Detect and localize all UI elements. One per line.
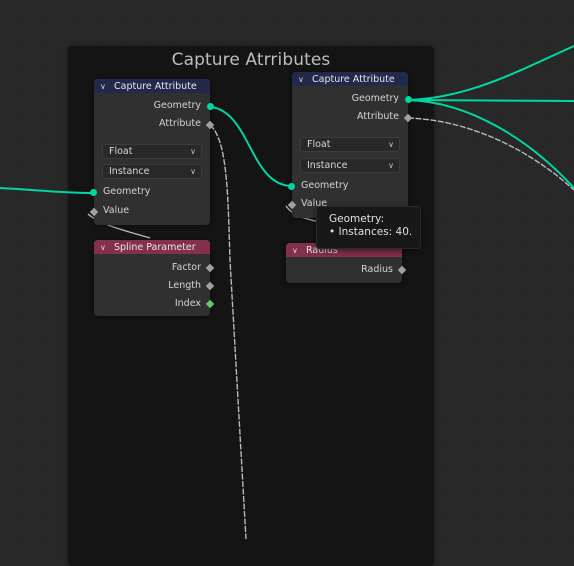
- chevron-down-icon[interactable]: ∨: [292, 246, 301, 255]
- node-header[interactable]: ∨ Capture Attribute: [292, 72, 408, 86]
- chevron-down-icon[interactable]: ∨: [100, 243, 109, 252]
- node-capture-attribute-left[interactable]: ∨ Capture Attribute Geometry Attribute F…: [89, 79, 215, 225]
- node-capture-attribute-right[interactable]: ∨ Capture Attribute Geometry Attribute F…: [287, 72, 413, 218]
- output-index-label: Index: [174, 298, 201, 309]
- chevron-down-icon: ∨: [190, 147, 196, 156]
- link-geometry-out-3: [407, 99, 574, 189]
- data-type-dropdown[interactable]: Float ∨: [102, 144, 202, 159]
- node-spline-parameter[interactable]: ∨ Spline Parameter Factor Length Index: [94, 240, 215, 316]
- domain-dropdown[interactable]: Instance ∨: [300, 158, 400, 173]
- domain-value: Instance: [307, 160, 348, 171]
- chevron-down-icon: ∨: [190, 167, 196, 176]
- tooltip-line-2: • Instances: 40.: [329, 226, 413, 238]
- input-geometry-label: Geometry: [103, 186, 151, 197]
- output-radius-label: Radius: [361, 264, 393, 275]
- geometry-input-socket[interactable]: [90, 189, 97, 196]
- geometry-input-socket[interactable]: [288, 183, 295, 190]
- node-title: Capture Attribute: [312, 73, 395, 85]
- output-attribute-label: Attribute: [357, 111, 399, 122]
- link-attribute-out: [407, 117, 574, 191]
- input-value-label: Value: [103, 205, 130, 216]
- output-factor-label: Factor: [171, 262, 201, 273]
- output-geometry-label: Geometry: [153, 100, 201, 111]
- data-type-value: Float: [109, 146, 133, 157]
- link-geometry-in: [0, 187, 94, 194]
- output-geometry-label: Geometry: [351, 93, 399, 104]
- link-attribute-down: [209, 124, 247, 539]
- link-geometry-capture: [209, 106, 293, 187]
- link-geometry-out-2: [407, 99, 574, 102]
- node-title: Capture Attribute: [114, 80, 197, 92]
- geometry-output-socket[interactable]: [405, 96, 412, 103]
- output-attribute-label: Attribute: [159, 118, 201, 129]
- node-header[interactable]: ∨ Capture Attribute: [94, 79, 210, 93]
- link-geometry-out-1: [407, 45, 574, 101]
- node-header[interactable]: ∨ Spline Parameter: [94, 240, 210, 254]
- input-geometry-label: Geometry: [301, 180, 349, 191]
- geometry-output-socket[interactable]: [207, 103, 214, 110]
- chevron-down-icon: ∨: [388, 161, 394, 170]
- domain-dropdown[interactable]: Instance ∨: [102, 164, 202, 179]
- data-type-value: Float: [307, 139, 331, 150]
- node-title: Spline Parameter: [114, 241, 196, 253]
- domain-value: Instance: [109, 166, 150, 177]
- output-length-label: Length: [168, 280, 201, 291]
- chevron-down-icon[interactable]: ∨: [100, 82, 109, 91]
- chevron-down-icon: ∨: [388, 140, 394, 149]
- socket-inspection-tooltip: Geometry: • Instances: 40.: [316, 206, 421, 249]
- chevron-down-icon[interactable]: ∨: [298, 75, 307, 84]
- data-type-dropdown[interactable]: Float ∨: [300, 137, 400, 152]
- node-radius[interactable]: ∨ Radius Radius: [286, 243, 407, 283]
- tooltip-line-1: Geometry:: [329, 213, 385, 225]
